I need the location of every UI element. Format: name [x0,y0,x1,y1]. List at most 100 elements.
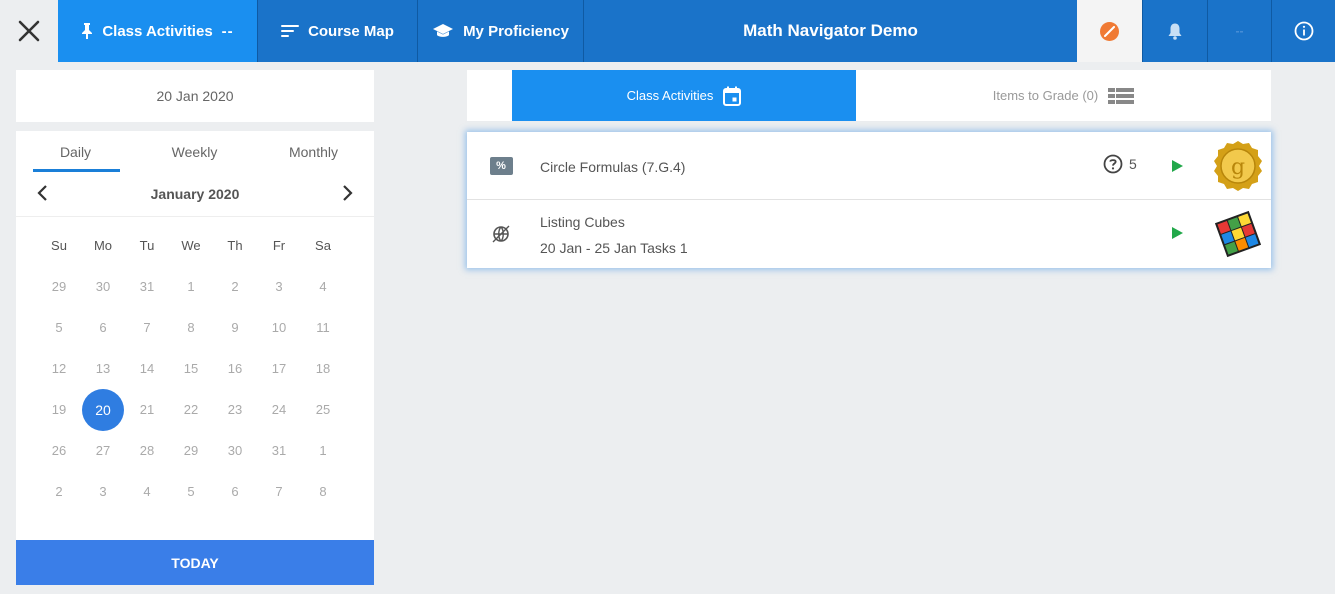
calendar-day[interactable]: 1 [169,266,213,307]
calendar-day[interactable]: 4 [125,471,169,512]
gold-medal-thumbnail: g [1214,141,1262,191]
calendar-day[interactable]: 1 [301,430,345,471]
calendar-day[interactable]: 25 [301,389,345,430]
calendar-day[interactable]: 8 [169,307,213,348]
activity-type-badge [489,224,513,244]
activity-title[interactable]: Listing Cubes [540,214,625,230]
calendar-day[interactable]: 29 [37,266,81,307]
calendar-day[interactable]: 31 [257,430,301,471]
question-count-value: 5 [1129,156,1137,172]
tab-class-activities-label: Class Activities [102,22,213,40]
chevron-left-icon[interactable] [34,184,52,202]
chevron-right-icon[interactable] [338,184,356,202]
calendar-day[interactable]: 22 [169,389,213,430]
calendar-day[interactable]: 5 [37,307,81,348]
activity-title[interactable]: Circle Formulas (7.G.4) [540,159,685,175]
notifications-button[interactable] [1142,0,1207,62]
calendar-day[interactable]: 3 [257,266,301,307]
calendar-week-row: 2 3 4 5 6 7 8 [16,471,374,512]
play-icon[interactable] [1170,159,1184,173]
weekday-label: Su [51,238,67,253]
question-count: 5 [1103,154,1137,174]
weekday-label: Th [227,238,243,253]
navigator-button[interactable] [1077,0,1142,62]
calendar-week-row: 5 6 7 8 9 10 11 [16,307,374,348]
user-menu-button[interactable]: -- [1207,0,1271,62]
calendar-day[interactable]: 12 [37,348,81,389]
calendar-tab-monthly[interactable]: Monthly [254,131,373,171]
info-button[interactable] [1271,0,1335,62]
calendar-day[interactable]: 21 [125,389,169,430]
no-standard-icon [492,225,510,243]
percent-icon: % [489,157,513,175]
calendar-day[interactable]: 26 [37,430,81,471]
calendar-day[interactable]: 7 [125,307,169,348]
calendar-tab-weekly[interactable]: Weekly [135,131,254,171]
calendar-day[interactable]: 6 [81,307,125,348]
calendar-day[interactable]: 30 [213,430,257,471]
calendar-day[interactable]: 14 [125,348,169,389]
calendar-day[interactable]: 6 [213,471,257,512]
calendar-icon [723,86,742,106]
calendar-panel: Daily Weekly Monthly January 2020 Su Mo … [16,131,374,585]
calendar-day[interactable]: 3 [81,471,125,512]
calendar-week-row: 29 30 31 1 2 3 4 [16,266,374,307]
weekday-label: We [181,238,201,253]
calendar-day[interactable]: 24 [257,389,301,430]
calendar-month-label: January 2020 [150,185,240,202]
activity-type-badge: % [489,156,513,176]
calendar-day[interactable]: 2 [213,266,257,307]
calendar-day[interactable]: 17 [257,348,301,389]
weekday-label: Mo [93,238,113,253]
calendar-day-selected[interactable]: 20 [81,388,125,431]
tab-class-activities-content[interactable]: Class Activities [512,70,856,121]
today-button[interactable]: TODAY [16,540,374,585]
play-icon[interactable] [1170,226,1184,240]
calendar-day[interactable]: 29 [169,430,213,471]
calendar-day[interactable]: 8 [301,471,345,512]
activity-date-range: 20 Jan - 25 Jan Tasks 1 [540,240,688,256]
calendar-day[interactable]: 16 [213,348,257,389]
calendar-day[interactable]: 10 [257,307,301,348]
tab-items-to-grade-label: Items to Grade (0) [992,88,1099,103]
tab-class-activities-suffix: -- [221,22,234,40]
activity-item[interactable]: Listing Cubes 20 Jan - 25 Jan Tasks 1 [467,200,1271,268]
activity-item[interactable]: % Circle Formulas (7.G.4) 5 g [467,132,1271,200]
tab-my-proficiency-label: My Proficiency [463,22,569,40]
calendar-day[interactable]: 28 [125,430,169,471]
question-circle-icon [1103,154,1123,174]
calendar-day[interactable]: 4 [301,266,345,307]
calendar-week-row: 12 13 14 15 16 17 18 [16,348,374,389]
calendar-day[interactable]: 5 [169,471,213,512]
rubiks-cube-thumbnail [1214,210,1262,258]
selected-day-marker: 20 [82,388,124,431]
calendar-day[interactable]: 18 [301,348,345,389]
calendar-day[interactable]: 15 [169,348,213,389]
course-map-icon [281,24,300,38]
calendar-day[interactable]: 30 [81,266,125,307]
close-button[interactable] [0,0,58,62]
calendar-day[interactable]: 23 [213,389,257,430]
calendar-day[interactable]: 2 [37,471,81,512]
selected-date-display: 20 Jan 2020 [16,70,374,122]
calendar-tab-daily[interactable]: Daily [16,131,135,172]
top-nav-bar: Class Activities -- Course Map My Profic… [0,0,1335,62]
calendar-day[interactable]: 13 [81,348,125,389]
calendar-day[interactable]: 31 [125,266,169,307]
tab-my-proficiency[interactable]: My Proficiency [418,0,584,62]
tab-course-map[interactable]: Course Map [258,0,418,62]
calendar-day[interactable]: 19 [37,389,81,430]
pin-icon [81,23,93,39]
calendar-day[interactable]: 9 [213,307,257,348]
grid-list-icon [1108,87,1135,104]
weekday-label: Tu [139,238,155,253]
bell-icon [1168,23,1182,40]
tab-class-activities[interactable]: Class Activities -- [58,0,258,62]
tab-class-activities-content-label: Class Activities [626,88,714,103]
calendar-day[interactable]: 7 [257,471,301,512]
tab-items-to-grade[interactable]: Items to Grade (0) [856,70,1271,121]
calendar-day[interactable]: 11 [301,307,345,348]
calendar-day[interactable]: 27 [81,430,125,471]
calendar-weekday-row: Su Mo Tu We Th Fr Sa [16,225,374,266]
weekday-label: Fr [272,238,286,253]
